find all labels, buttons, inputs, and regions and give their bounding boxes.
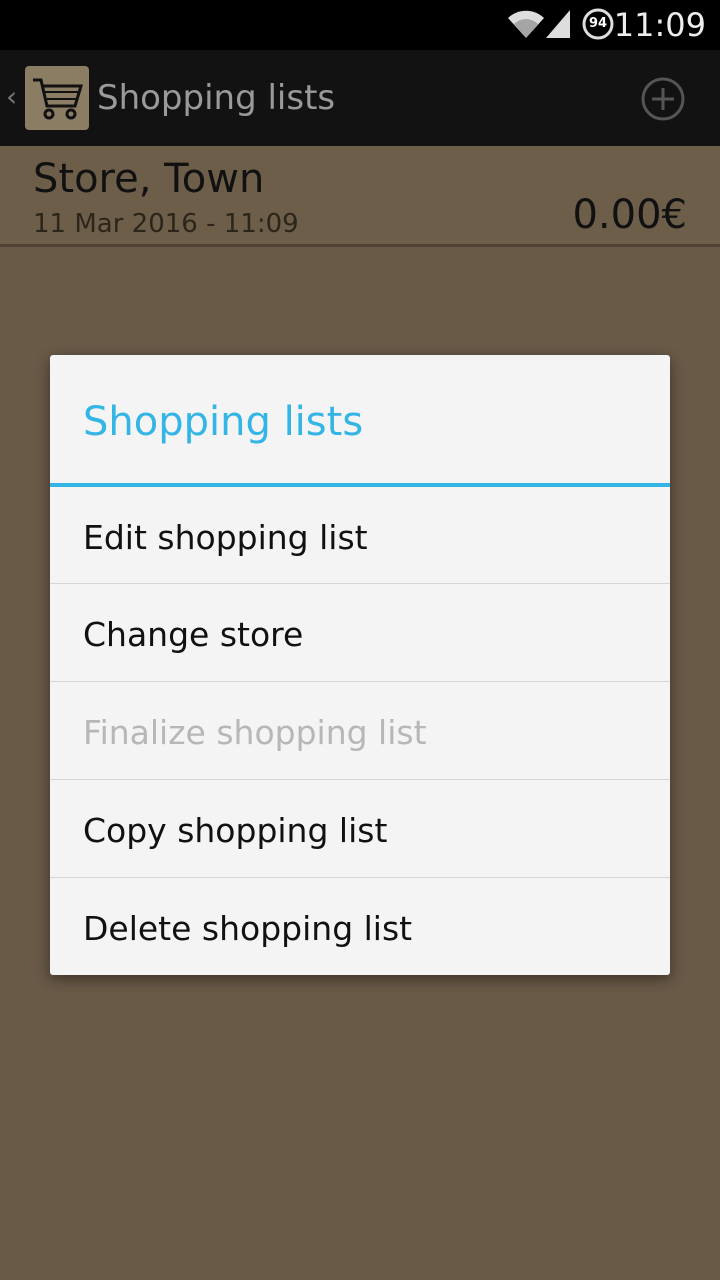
battery-level: 94 xyxy=(588,16,608,31)
add-icon[interactable] xyxy=(640,76,686,122)
list-total: 0.00€ xyxy=(572,192,687,238)
menu-item-delete-shopping-list[interactable]: Delete shopping list xyxy=(50,877,670,974)
context-menu-dialog: Shopping lists Edit shopping list Change… xyxy=(50,355,670,975)
menu-item-finalize-shopping-list: Finalize shopping list xyxy=(50,681,670,778)
menu-item-change-store[interactable]: Change store xyxy=(50,583,670,680)
store-name: Store, Town xyxy=(33,156,265,202)
menu-item-edit-shopping-list[interactable]: Edit shopping list xyxy=(50,487,670,584)
back-icon[interactable]: ‹ xyxy=(6,80,17,113)
signal-icon xyxy=(546,10,570,38)
store-date: 11 Mar 2016 - 11:09 xyxy=(33,209,299,239)
row-divider xyxy=(0,244,720,247)
app-title: Shopping lists xyxy=(97,78,336,118)
menu-item-label: Copy shopping list xyxy=(83,811,388,850)
shopping-cart-icon[interactable] xyxy=(25,66,89,130)
status-bar: 94 11:09 xyxy=(0,0,720,50)
menu-item-label: Change store xyxy=(83,615,304,654)
menu-item-label: Finalize shopping list xyxy=(83,713,427,752)
battery-icon: 94 xyxy=(582,8,614,40)
action-bar: ‹ Shopping lists xyxy=(0,50,720,146)
menu-item-label: Delete shopping list xyxy=(83,909,413,948)
dialog-title: Shopping lists xyxy=(83,399,364,445)
status-time: 11:09 xyxy=(613,6,706,44)
menu-item-copy-shopping-list[interactable]: Copy shopping list xyxy=(50,779,670,876)
menu-item-label: Edit shopping list xyxy=(83,518,368,557)
wifi-icon xyxy=(508,10,544,38)
